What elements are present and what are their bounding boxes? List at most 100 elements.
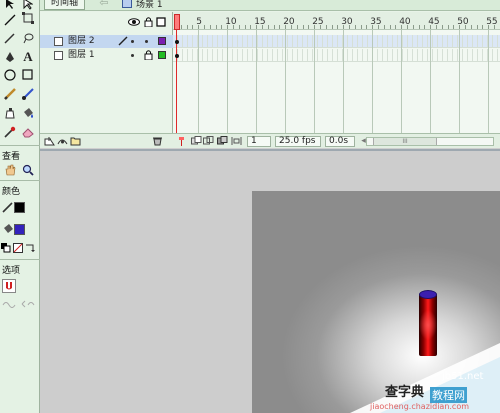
keyframe-dot[interactable] <box>175 54 179 58</box>
fps-display[interactable]: 25.0 fps <box>275 136 321 147</box>
ruler-tick <box>209 25 211 29</box>
timeline-tab[interactable]: 时间轴 <box>44 0 86 10</box>
cylinder-glow <box>419 310 437 340</box>
free-transform-icon[interactable] <box>20 10 36 26</box>
frame-block-line <box>401 30 403 133</box>
layer-outline-color[interactable] <box>158 51 166 59</box>
add-folder-icon[interactable] <box>70 136 81 146</box>
lasso-icon[interactable] <box>20 30 36 46</box>
outline-icon[interactable] <box>153 14 169 30</box>
ink-bottle-icon[interactable] <box>2 105 18 121</box>
back-arrow-icon[interactable]: ⇦ <box>96 0 112 11</box>
watermark-text-1: 查字典 <box>385 385 425 400</box>
add-guide-layer-icon[interactable] <box>57 136 68 146</box>
frame-number-label: 40 <box>399 17 411 27</box>
frame-number-label: 25 <box>312 17 324 27</box>
pen-tip-icon[interactable] <box>2 30 18 46</box>
ruler-tick <box>366 25 368 29</box>
brush-icon[interactable] <box>20 86 36 102</box>
ruler-tick <box>273 25 275 29</box>
layer-row-1[interactable]: 图层 1 <box>40 49 173 62</box>
frame-block-line <box>285 30 287 133</box>
ruler-tick <box>267 25 269 29</box>
modify-onion-markers-icon[interactable] <box>231 136 242 146</box>
onion-skin-icon[interactable] <box>191 136 202 146</box>
ruler-tick <box>180 25 182 29</box>
layer-name: 图层 1 <box>68 50 95 60</box>
current-frame-display: 1 <box>247 136 271 147</box>
frames-area[interactable]: 5 10 15 20 25 30 35 40 45 50 55 <box>173 12 500 133</box>
swap-colors-icon[interactable] <box>22 240 38 256</box>
tools-divider <box>0 145 40 146</box>
text-icon[interactable]: A <box>20 49 36 65</box>
watermark-text-2: 教程网 <box>430 387 467 403</box>
eraser-icon[interactable] <box>20 124 36 140</box>
colors-section-label: 颜色 <box>2 187 21 197</box>
frame-number-label: 55 <box>486 17 498 27</box>
ruler-tick <box>337 25 339 29</box>
timeline-status-bar: 1 25.0 fps 0.0s ◂ III <box>40 133 500 148</box>
rectangle-icon[interactable] <box>20 67 36 83</box>
layer-outline-color[interactable] <box>158 37 166 45</box>
watermark: 查字典 教程网 jb51.net jiaocheng.chazidian.com <box>350 343 500 413</box>
view-section-label: 查看 <box>2 152 21 162</box>
ruler-tick <box>418 25 420 29</box>
edit-multiple-frames-icon[interactable] <box>217 136 228 146</box>
onion-skin-outlines-icon[interactable] <box>203 136 214 146</box>
timeline-panel: 时间轴 ⇦ 场景 1 图层 2 图层 1 5 10 15 20 25 30 35… <box>40 0 500 148</box>
line-icon[interactable] <box>2 12 18 28</box>
hand-icon[interactable] <box>2 162 18 178</box>
scene-breadcrumb[interactable]: 场景 1 <box>122 0 163 10</box>
ruler-tick <box>186 25 188 29</box>
scene-icon <box>122 0 132 8</box>
cylinder-cap <box>419 290 437 299</box>
ruler-tick <box>447 25 449 29</box>
ruler-tick <box>279 25 281 29</box>
fill-color-swatch[interactable] <box>14 224 25 235</box>
frame-block-line <box>430 30 432 133</box>
delete-layer-icon[interactable] <box>152 136 163 146</box>
layer-panel: 图层 2 图层 1 <box>40 12 173 133</box>
selection-arrow-icon[interactable] <box>2 0 18 12</box>
ruler-tick <box>302 25 304 29</box>
pen-icon[interactable] <box>2 49 18 65</box>
ruler-tick <box>204 25 205 29</box>
smooth-straighten-icon[interactable] <box>1 296 37 312</box>
frame-block-line <box>343 30 345 133</box>
layer-name: 图层 2 <box>68 36 95 46</box>
ruler-tick <box>383 25 385 29</box>
snap-magnet-icon[interactable] <box>1 278 17 294</box>
visibility-dot[interactable] <box>131 40 134 43</box>
paint-bucket-icon[interactable] <box>20 105 36 121</box>
lock-icon[interactable] <box>140 47 156 63</box>
timeline-horizontal-scrollbar[interactable]: III <box>366 137 494 146</box>
ruler-tick <box>389 25 391 29</box>
playhead-handle[interactable] <box>174 14 180 30</box>
layer-icon <box>54 51 63 60</box>
frame-ruler[interactable]: 5 10 15 20 25 30 35 40 45 50 55 <box>173 12 500 30</box>
ruler-tick <box>424 25 426 29</box>
pencil-icon[interactable] <box>2 86 18 102</box>
oval-icon[interactable] <box>2 67 18 83</box>
ruler-tick <box>250 25 252 29</box>
layer-header <box>40 16 173 30</box>
playhead-line <box>176 30 177 133</box>
frame-row-layer-1[interactable] <box>173 49 500 62</box>
watermark-site-2: jiaocheng.chazidian.com <box>370 402 470 411</box>
playhead[interactable] <box>174 12 180 133</box>
ruler-tick <box>244 25 246 29</box>
tools-divider <box>0 259 40 260</box>
zoom-icon[interactable] <box>20 162 36 178</box>
stroke-color-swatch[interactable] <box>14 202 25 213</box>
lock-dot[interactable] <box>145 40 148 43</box>
scrollbar-thumb[interactable]: III <box>373 138 437 145</box>
keyframe-dot[interactable] <box>175 40 179 44</box>
watermark-site-1: jb51.net <box>442 371 484 382</box>
center-frame-icon[interactable] <box>176 136 187 146</box>
frame-block-line <box>459 30 461 133</box>
visibility-dot[interactable] <box>131 54 134 57</box>
frame-block-line <box>488 30 490 133</box>
eyedropper-icon[interactable] <box>2 124 18 140</box>
add-layer-icon[interactable] <box>44 136 55 146</box>
frame-row-layer-2[interactable] <box>173 35 500 48</box>
